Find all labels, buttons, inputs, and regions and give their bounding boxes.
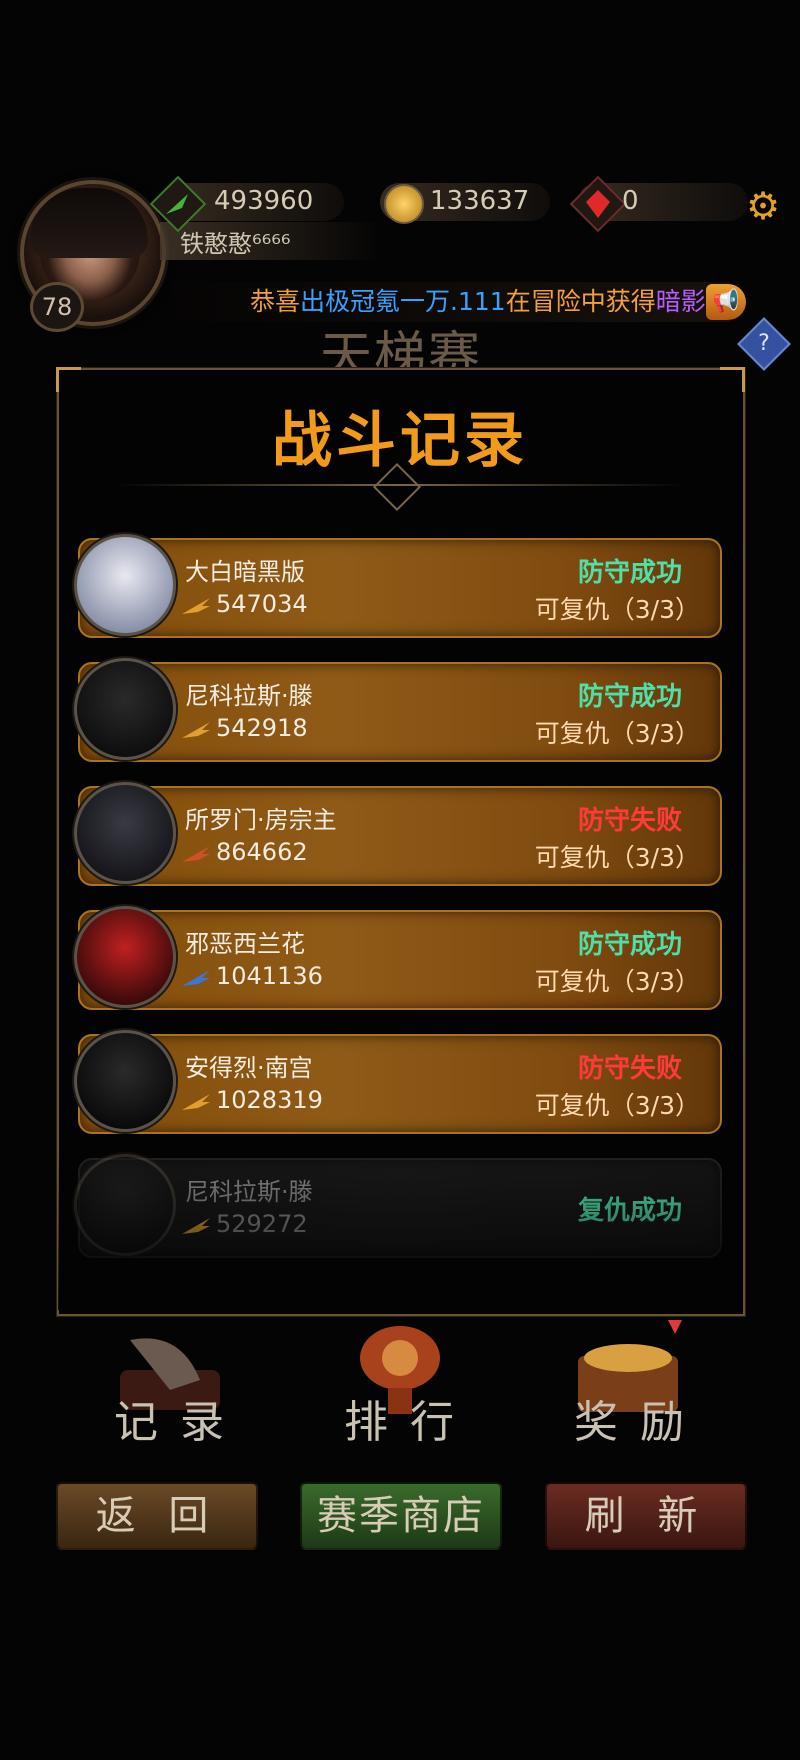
opponent-portrait[interactable] [74, 906, 176, 1008]
nav-ranking[interactable]: 排行 [300, 1386, 520, 1450]
opponent-name: 邪恶西兰花 [185, 930, 305, 958]
opponent-score: 864662 [216, 838, 308, 866]
help-button[interactable]: ? [737, 317, 791, 371]
opponent-portrait[interactable] [74, 534, 176, 636]
opponent-name: 所罗门·房宗主 [185, 806, 337, 834]
resource-value-stamina: 493960 [214, 186, 314, 216]
golden-wings-icon [182, 598, 210, 614]
revenge-button[interactable]: 可复仇（3/3） [440, 714, 700, 750]
ticker-segment: 出极冠氪一万.111 [300, 287, 506, 316]
player-name: 铁憨憨⁶⁶⁶⁶ [180, 230, 291, 258]
revenge-button[interactable]: 可复仇（3/3） [440, 962, 700, 998]
opponent-portrait[interactable] [74, 658, 176, 760]
opponent-score: 542918 [216, 714, 308, 742]
opponent-portrait[interactable] [74, 1030, 176, 1132]
opponent-score: 1041136 [216, 962, 323, 990]
gear-icon[interactable]: ⚙ [746, 184, 780, 228]
blue-feather-icon [182, 970, 210, 986]
ticker-segment: 暗影 [655, 287, 706, 316]
defense-status: 防守失败 [577, 806, 682, 836]
revenge-button[interactable]: 可复仇（3/3） [440, 838, 700, 874]
season-shop-button[interactable]: 赛季商店 [300, 1482, 502, 1550]
opponent-name: 大白暗黑版 [185, 558, 305, 586]
corner-ornament [56, 367, 81, 392]
help-icon: ? [758, 331, 770, 356]
golden-wings-icon [182, 1094, 210, 1110]
corner-ornament [720, 367, 745, 392]
horn-icon[interactable]: 📢 [706, 284, 746, 320]
defense-status: 防守成功 [577, 558, 682, 588]
resource-value-gem: 0 [622, 186, 639, 216]
defense-status: 防守成功 [577, 930, 682, 960]
revenge-button[interactable]: 可复仇（3/3） [440, 1086, 700, 1122]
defense-status: 防守失败 [577, 1054, 682, 1084]
ticker-segment: 在冒险中获得 [505, 287, 656, 316]
gold-coin-icon [384, 184, 424, 224]
opponent-name: 安得烈·南宫 [185, 1054, 313, 1082]
nav-reward[interactable]: 奖励 [530, 1386, 750, 1450]
golden-wings-icon [182, 722, 210, 738]
opponent-name: 尼科拉斯·滕 [185, 682, 313, 710]
nav-record[interactable]: 记录 [70, 1386, 290, 1450]
refresh-button[interactable]: 刷 新 [545, 1482, 747, 1550]
opponent-score: 1028319 [216, 1086, 323, 1114]
opponent-portrait[interactable] [74, 782, 176, 884]
opponent-score: 547034 [216, 590, 308, 618]
resource-value-gold: 133637 [430, 186, 530, 216]
ticker-segment: 恭喜 [250, 287, 301, 316]
revenge-button[interactable]: 可复仇（3/3） [440, 590, 700, 626]
red-feather-icon [182, 846, 210, 862]
defense-status: 防守成功 [577, 682, 682, 712]
level-badge: 78 [30, 282, 84, 332]
list-fade-mask [58, 1150, 740, 1310]
back-button[interactable]: 返 回 [56, 1482, 258, 1550]
